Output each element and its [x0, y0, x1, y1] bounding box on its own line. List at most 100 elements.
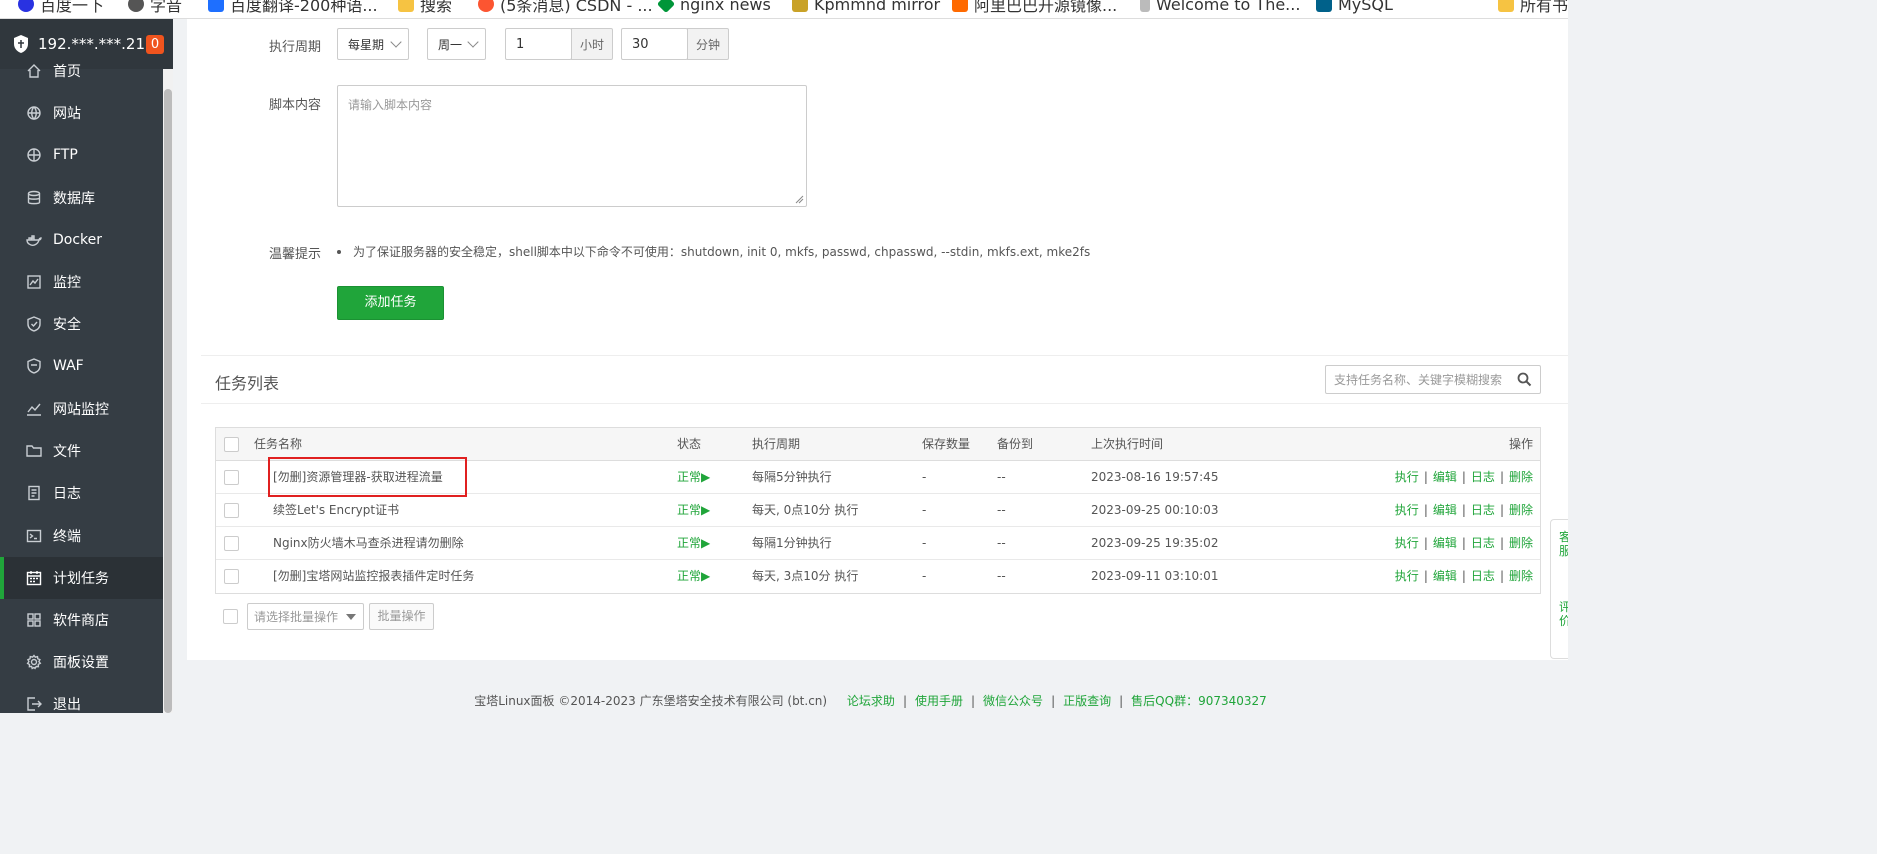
log-link[interactable]: 日志 [1471, 569, 1495, 583]
task-backup: -- [997, 470, 1006, 484]
batch-operation-button[interactable]: 批量操作 [369, 603, 434, 630]
task-status[interactable]: 正常▶ [677, 461, 710, 494]
sidebar-item-security[interactable]: 安全 [0, 303, 163, 345]
separator: | [1423, 536, 1428, 550]
customer-service-float[interactable]: 客服 评价 [1550, 519, 1568, 659]
period-label: 执行周期 [269, 40, 322, 55]
edit-link[interactable]: 编辑 [1433, 536, 1457, 550]
script-textarea[interactable]: 请输入脚本内容 [337, 85, 807, 207]
task-name[interactable]: [勿删]宝塔网站监控报表插件定时任务 [273, 560, 474, 593]
task-name[interactable]: Nginx防火墙木马查杀进程请勿删除 [273, 527, 464, 560]
bookmark-welcome[interactable]: Welcome to The... [1140, 0, 1300, 15]
edit-link[interactable]: 编辑 [1433, 569, 1457, 583]
log-link[interactable]: 日志 [1471, 503, 1495, 517]
tip-label: 温馨提示 [269, 247, 322, 262]
footer-link-qq-group[interactable]: 售后QQ群：907340327 [1131, 694, 1267, 708]
sidebar-item-terminal[interactable]: 终端 [0, 515, 163, 557]
task-search-input[interactable]: 支持任务名称、关键字模糊搜索 [1325, 365, 1541, 394]
sidebar-item-docker[interactable]: Docker [0, 219, 163, 261]
separator: | [1461, 503, 1466, 517]
log-link[interactable]: 日志 [1471, 470, 1495, 484]
bookmark-mirror[interactable]: Kpmmnd mirror [792, 0, 940, 15]
tip-item: 为了保证服务器的安全稳定，shell脚本中以下命令不可使用：shutdown, … [337, 243, 1090, 260]
bookmark-nginx[interactable]: nginx news [656, 0, 771, 15]
footer-link-license[interactable]: 正版查询 [1063, 694, 1111, 708]
bookmark-baidu[interactable]: 百度一下 [18, 0, 104, 15]
task-last-run: 2023-08-16 19:57:45 [1091, 470, 1219, 484]
footer-link-forum[interactable]: 论坛求助 [847, 694, 895, 708]
batch-select-all-checkbox[interactable] [223, 609, 238, 624]
bookmark-csdn[interactable]: (5条消息) CSDN - ... [478, 0, 653, 15]
delete-link[interactable]: 删除 [1509, 569, 1533, 583]
edit-link[interactable]: 编辑 [1433, 470, 1457, 484]
bullet-icon [337, 249, 341, 254]
weekday-select[interactable]: 周一 [427, 28, 486, 60]
task-status[interactable]: 正常▶ [677, 494, 710, 527]
resize-grip-icon[interactable] [794, 194, 804, 204]
bookmark-baidu-translate[interactable]: 百度翻译-200种语... [208, 0, 378, 15]
sidebar-item-site-monitor[interactable]: 网站监控 [0, 388, 163, 430]
sidebar-item-waf[interactable]: WAF [0, 345, 163, 387]
row-checkbox[interactable] [224, 470, 239, 485]
task-name[interactable]: 续签Let's Encrypt证书 [273, 494, 399, 527]
log-link[interactable]: 日志 [1471, 536, 1495, 550]
table-row: 续签Let's Encrypt证书 正常▶ 每天, 0点10分 执行 - -- … [216, 494, 1540, 527]
footer-link-manual[interactable]: 使用手册 [915, 694, 963, 708]
delete-link[interactable]: 删除 [1509, 470, 1533, 484]
sidebar-item-logout[interactable]: 退出 [0, 683, 163, 713]
folder-icon [26, 445, 42, 457]
bookmark-mysql[interactable]: MySQL [1316, 0, 1393, 15]
csdn-icon [478, 0, 494, 12]
separator: | [971, 694, 976, 708]
sidebar-item-website[interactable]: 网站 [0, 92, 163, 134]
sidebar-item-files[interactable]: 文件 [0, 430, 163, 472]
task-period: 每隔5分钟执行 [752, 470, 832, 484]
task-status[interactable]: 正常▶ [677, 560, 710, 593]
separator: | [1423, 470, 1428, 484]
sidebar-item-ftp[interactable]: FTP [0, 134, 163, 176]
sidebar-item-cron[interactable]: 计划任务 [0, 557, 163, 599]
sidebar-item-monitor[interactable]: 监控 [0, 261, 163, 303]
run-link[interactable]: 执行 [1395, 569, 1419, 583]
add-task-button[interactable]: 添加任务 [337, 286, 444, 320]
footer-link-wechat[interactable]: 微信公众号 [983, 694, 1043, 708]
run-link[interactable]: 执行 [1395, 536, 1419, 550]
row-checkbox[interactable] [224, 536, 239, 551]
task-keep: - [922, 503, 927, 517]
task-period: 每天, 3点10分 执行 [752, 569, 859, 583]
run-link[interactable]: 执行 [1395, 470, 1419, 484]
sidebar-item-app-store[interactable]: 软件商店 [0, 599, 163, 641]
nginx-icon [656, 0, 676, 14]
script-label: 脚本内容 [269, 98, 322, 113]
sidebar-item-logs[interactable]: 日志 [0, 472, 163, 514]
task-status[interactable]: 正常▶ [677, 527, 710, 560]
separator: | [1423, 503, 1428, 517]
terminal-icon [26, 529, 42, 543]
run-link[interactable]: 执行 [1395, 503, 1419, 517]
sidebar-scrollbar-thumb[interactable] [164, 89, 172, 713]
bookmark-ziyin[interactable]: 字音 [128, 0, 182, 15]
row-checkbox[interactable] [224, 503, 239, 518]
waf-icon [27, 358, 41, 374]
delete-link[interactable]: 删除 [1509, 503, 1533, 517]
select-all-checkbox[interactable] [224, 437, 239, 452]
feedback-label[interactable]: 评价 [1559, 600, 1568, 628]
sidebar-item-home[interactable]: 首页 [0, 50, 163, 92]
hour-input[interactable]: 1 [505, 28, 572, 60]
folder-icon [398, 0, 414, 12]
task-keep: - [922, 470, 927, 484]
search-icon[interactable] [1517, 372, 1532, 387]
bookmark-all[interactable]: 所有书 [1498, 0, 1568, 15]
bookmark-aliyun[interactable]: 阿里巴巴开源镜像... [952, 0, 1117, 15]
row-actions: 执行 | 编辑 | 日志 | 删除 [1395, 527, 1533, 560]
sidebar-item-database[interactable]: 数据库 [0, 177, 163, 219]
bookmark-search-folder[interactable]: 搜索 [398, 0, 452, 15]
minute-input[interactable]: 30 [621, 28, 688, 60]
row-checkbox[interactable] [224, 569, 239, 584]
service-label[interactable]: 客服 [1559, 530, 1568, 558]
edit-link[interactable]: 编辑 [1433, 503, 1457, 517]
batch-operation-select[interactable]: 请选择批量操作 [247, 603, 364, 630]
period-type-select[interactable]: 每星期 [337, 28, 409, 60]
delete-link[interactable]: 删除 [1509, 536, 1533, 550]
sidebar-item-settings[interactable]: 面板设置 [0, 641, 163, 683]
